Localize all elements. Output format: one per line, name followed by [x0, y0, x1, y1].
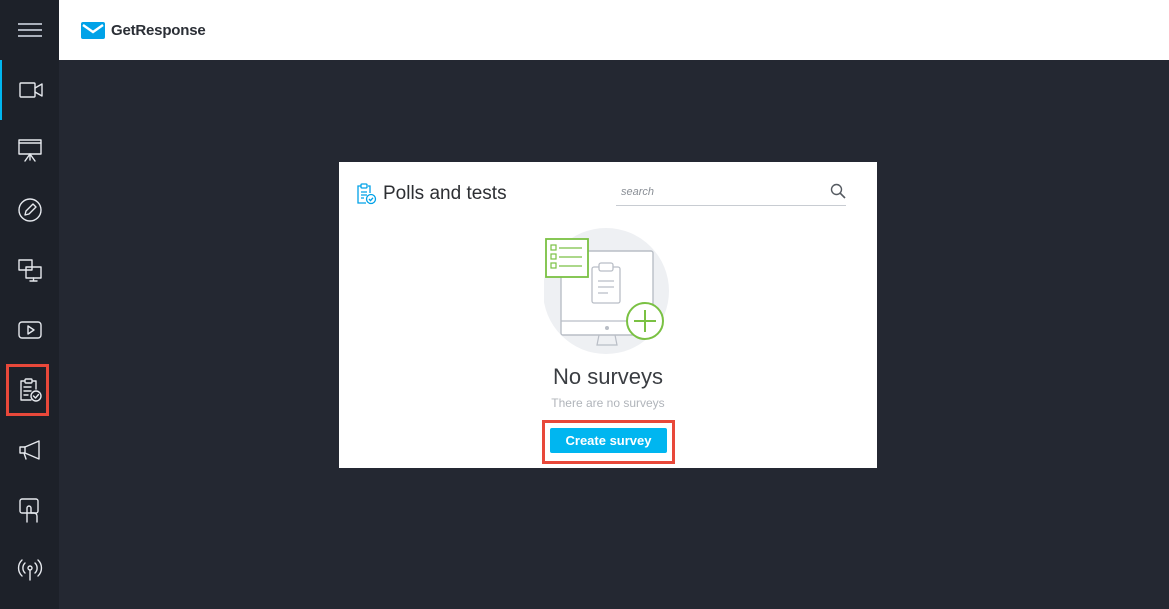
search-input[interactable]: [616, 180, 816, 204]
sidebar-item-video[interactable]: [0, 60, 59, 120]
hamburger-menu-button[interactable]: [0, 0, 59, 60]
sidebar-item-call-to-action[interactable]: [0, 480, 59, 540]
panel-title: Polls and tests: [383, 183, 507, 204]
search-icon[interactable]: [830, 183, 846, 199]
sidebar-item-marketing[interactable]: [0, 420, 59, 480]
empty-state-title: No surveys: [552, 364, 664, 389]
video-play-icon: [17, 321, 42, 339]
polls-panel: Polls and tests No surveys There are no …: [339, 162, 877, 468]
sidebar-item-screen-sharing[interactable]: [0, 240, 59, 300]
panel-header: Polls and tests: [355, 182, 507, 206]
presentation-board-icon: [17, 139, 42, 162]
envelope-icon: [81, 21, 105, 39]
top-header: GetResponse: [59, 0, 1169, 60]
empty-state-subtitle: There are no surveys: [551, 396, 665, 410]
sidebar: [0, 0, 59, 609]
brand-name: GetResponse: [111, 21, 206, 39]
empty-survey-illustration: [544, 228, 669, 354]
touch-click-icon: [18, 498, 39, 523]
broadcast-icon: [17, 559, 42, 581]
sidebar-item-presentation[interactable]: [0, 120, 59, 180]
sidebar-item-broadcast[interactable]: [0, 540, 59, 600]
brand-logo[interactable]: GetResponse: [81, 21, 206, 39]
search-box: [616, 180, 846, 206]
megaphone-icon: [18, 440, 40, 460]
screen-share-icon: [17, 259, 42, 282]
create-survey-button[interactable]: Create survey: [550, 428, 667, 453]
highlight-frame: [6, 364, 49, 416]
hamburger-icon: [17, 23, 42, 37]
sidebar-item-video-player[interactable]: [0, 300, 59, 360]
sidebar-item-polls[interactable]: [0, 360, 59, 420]
video-camera-icon: [18, 82, 43, 98]
survey-clipboard-icon: [357, 183, 377, 205]
pencil-icon: [17, 198, 42, 222]
sidebar-item-whiteboard[interactable]: [0, 180, 59, 240]
